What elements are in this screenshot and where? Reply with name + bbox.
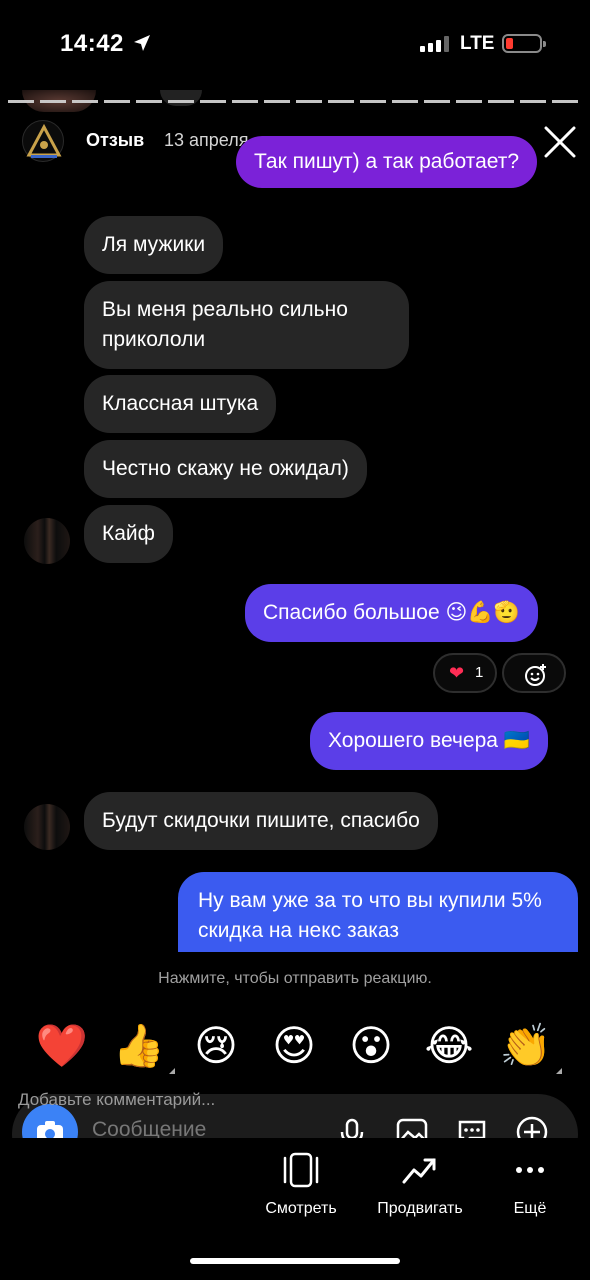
reaction-hint: Нажмите, чтобы отправить реакцию. <box>158 970 432 987</box>
message-outgoing: Спасибо большое 😉💪🫡 <box>245 584 538 642</box>
status-bar: 14:42 LTE <box>0 0 590 88</box>
thumbs-up-icon: 👍 <box>112 1022 166 1069</box>
surprised-reaction-button[interactable]: 😮 <box>343 1018 399 1074</box>
promote-button[interactable]: Продвигать <box>364 1152 476 1218</box>
screen: 14:42 LTE Отзыв 13 апреля Так пишут) а т… <box>0 0 590 1280</box>
message-incoming: Вы меня реально сильно прикололи <box>84 281 409 369</box>
view-label: Смотреть <box>265 1200 337 1217</box>
location-arrow-icon <box>134 35 150 51</box>
heart-icon: ❤ <box>449 663 465 683</box>
view-button[interactable]: Смотреть <box>248 1152 354 1218</box>
close-icon <box>544 126 576 158</box>
reaction-count: 1 <box>475 664 484 681</box>
message-outgoing: Ну вам уже за то что вы купили 5% скидка… <box>178 872 578 952</box>
message-input[interactable]: Сообщение <box>92 1118 206 1138</box>
microphone-icon[interactable] <box>334 1114 370 1138</box>
trend-icon <box>402 1158 436 1184</box>
more-label: Ещё <box>513 1200 547 1217</box>
add-reaction-button[interactable] <box>502 653 566 693</box>
status-time: 14:42 <box>60 30 124 57</box>
camera-icon <box>37 1121 63 1138</box>
clap-reaction-button[interactable]: 👏 <box>498 1018 562 1074</box>
message-incoming: Ля мужики <box>84 216 224 274</box>
message-incoming: Кайф <box>84 505 173 563</box>
message-outgoing: Так пишут) а так работает? <box>236 136 538 188</box>
sender-avatar <box>24 518 70 564</box>
home-indicator <box>190 1258 400 1264</box>
message-incoming: Будут скидочки пишите, спасибо <box>84 792 438 850</box>
story-date: 13 апреля <box>164 130 249 150</box>
more-button[interactable]: Ещё <box>500 1152 560 1218</box>
story-avatar[interactable] <box>22 120 64 162</box>
signal-icon <box>420 36 450 52</box>
logo-icon <box>26 123 62 158</box>
close-button[interactable] <box>540 122 580 162</box>
gallery-icon[interactable] <box>394 1114 430 1138</box>
clap-icon: 👏 <box>499 1022 553 1069</box>
message-incoming: Честно скажу не ожидал) <box>84 440 367 498</box>
sender-avatar <box>24 804 70 850</box>
comment-hint: Добавьте комментарий... <box>18 1090 216 1109</box>
add-emoji-icon <box>525 664 546 686</box>
sticker-icon[interactable] <box>454 1114 490 1138</box>
story-progress-bar <box>8 100 582 103</box>
battery-icon <box>502 34 546 53</box>
more-icon <box>516 1167 544 1173</box>
story-username[interactable]: Отзыв <box>86 130 144 151</box>
sad-reaction-button[interactable]: 😢 <box>188 1018 244 1074</box>
story-action-bar: Смотреть Продвигать Ещё <box>0 1138 590 1280</box>
heart-reaction-button[interactable]: ❤️ <box>34 1018 90 1074</box>
heart-eyes-reaction-button[interactable]: 😍 <box>266 1018 322 1074</box>
message-reaction-chip[interactable]: ❤ 1 <box>433 653 497 693</box>
carrier-label: LTE <box>460 33 495 54</box>
promote-label: Продвигать <box>377 1200 463 1217</box>
laughing-reaction-button[interactable]: 😂 <box>421 1018 477 1074</box>
message-outgoing: Хорошего вечера 🇺🇦 <box>310 712 548 770</box>
story-frame[interactable]: Отзыв 13 апреля Так пишут) а так работае… <box>0 90 590 1138</box>
quick-reactions-row: ❤️ 👍 😢 😍 😮 😂 👏 <box>0 1018 590 1078</box>
plus-icon[interactable] <box>514 1114 550 1138</box>
view-icon <box>283 1152 319 1188</box>
message-incoming: Классная штука <box>84 375 277 433</box>
cropped-image-top <box>160 90 202 106</box>
thumbs-up-reaction-button[interactable]: 👍 <box>111 1018 175 1074</box>
